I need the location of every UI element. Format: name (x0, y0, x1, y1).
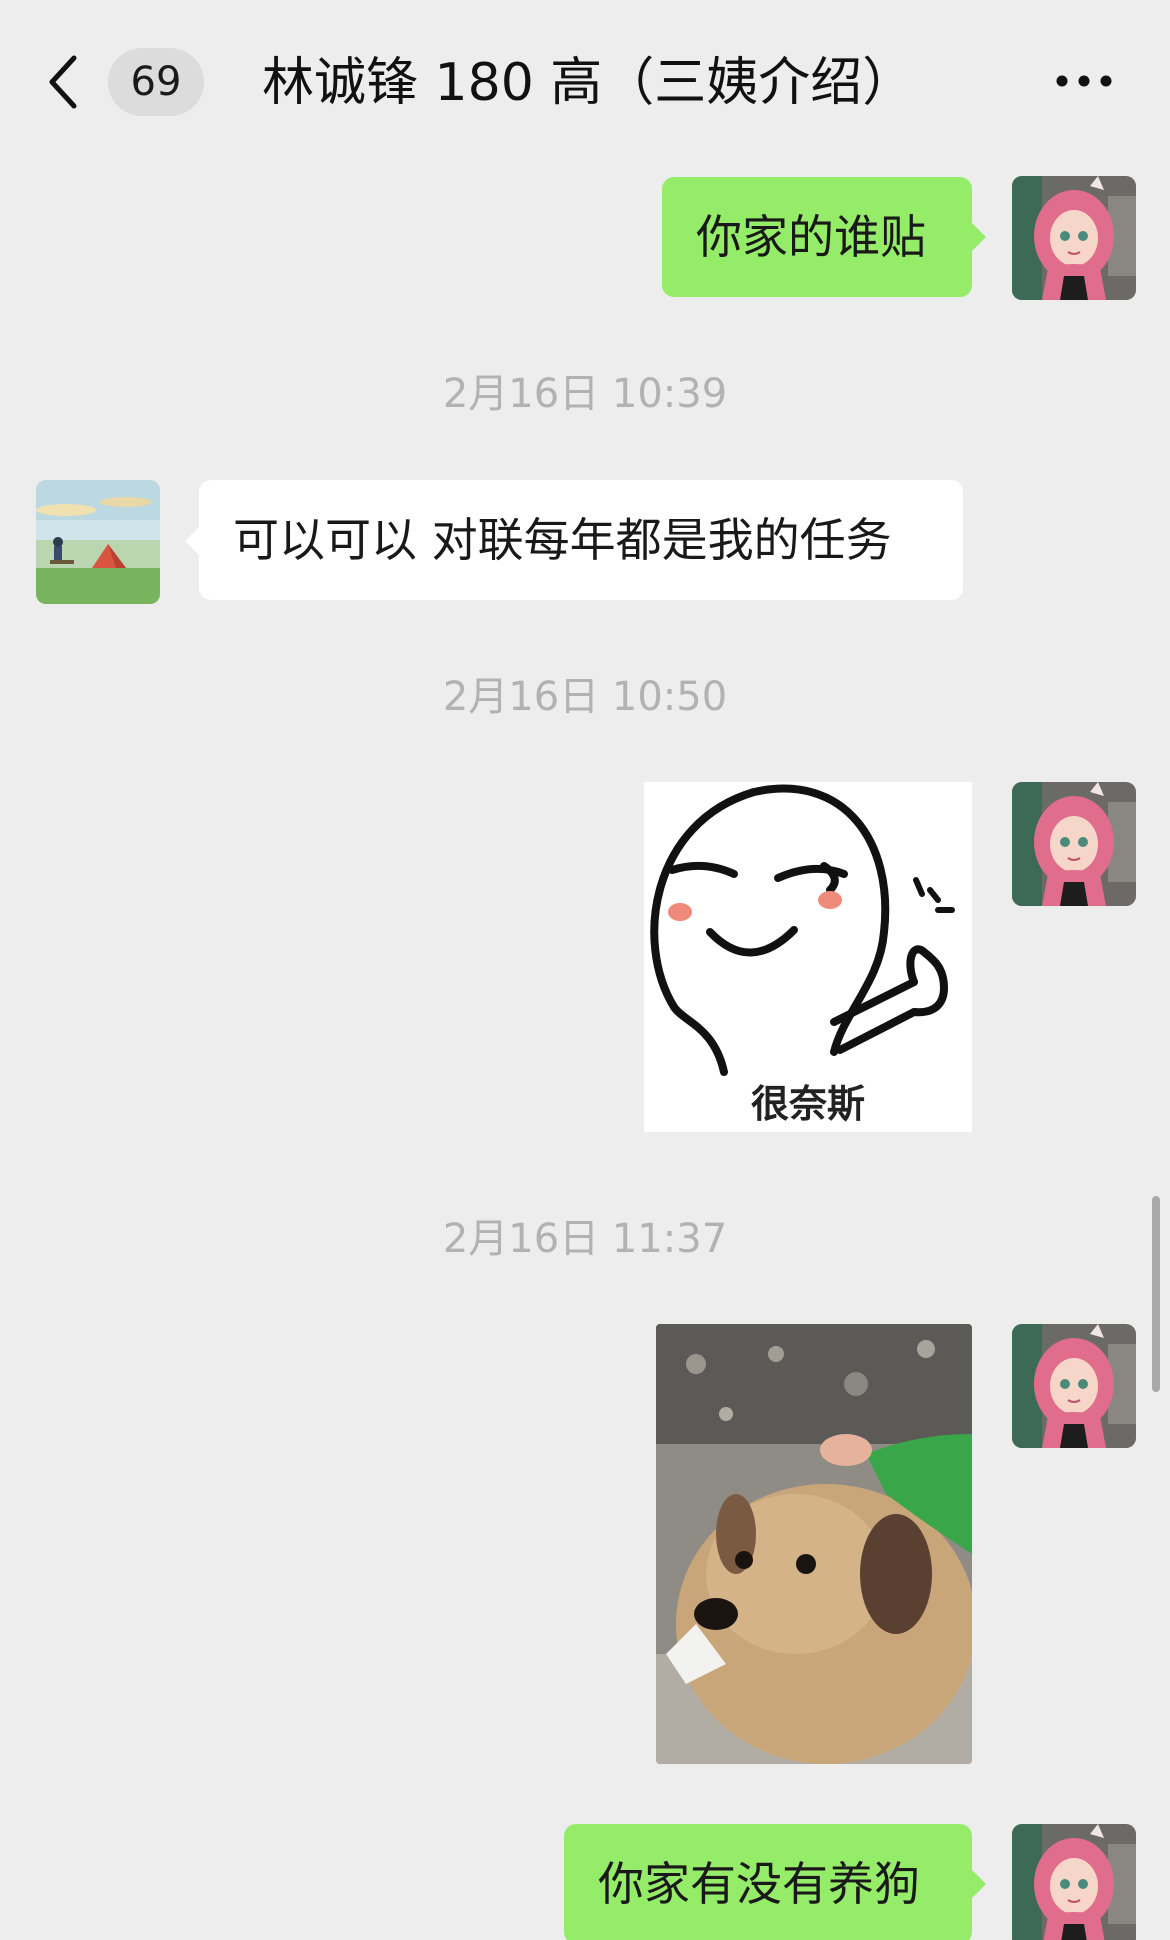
puppy-photo-icon (656, 1324, 972, 1764)
anime-girl-avatar-icon (1012, 176, 1136, 300)
bubble-tail (972, 1870, 986, 1898)
message-bubble-outgoing[interactable]: 你家的谁贴 (662, 177, 972, 297)
my-avatar[interactable] (1012, 176, 1136, 300)
anime-girl-avatar-icon (1012, 1824, 1136, 1940)
contact-avatar[interactable] (36, 480, 160, 604)
my-avatar[interactable] (1012, 1824, 1136, 1940)
message-bubble-incoming[interactable]: 可以可以 对联每年都是我的任务 (199, 480, 963, 600)
timestamp: 2月16日 11:37 (442, 1216, 728, 1262)
bubble-tail (185, 527, 199, 555)
back-button[interactable] (44, 52, 84, 112)
anime-girl-avatar-icon (1012, 782, 1136, 906)
bubble-tail (972, 223, 986, 251)
my-avatar[interactable] (1012, 782, 1136, 906)
photo-message[interactable] (656, 1324, 972, 1764)
timestamp: 2月16日 10:50 (442, 674, 728, 720)
timestamp: 2月16日 10:39 (442, 371, 728, 417)
chat-scrollbar[interactable] (1152, 1196, 1160, 1392)
sticker-caption: 很奈斯 (750, 1082, 865, 1126)
sticker-message[interactable]: 很奈斯 (644, 782, 972, 1132)
unread-count-badge[interactable]: 69 (108, 48, 204, 116)
chat-title: 林诚锋 180 高（三姨介绍） (262, 53, 915, 113)
my-avatar[interactable] (1012, 1324, 1136, 1448)
camping-scene-avatar-icon (36, 480, 160, 604)
chevron-left-icon (49, 55, 77, 109)
chat-header: 69 林诚锋 180 高（三姨介绍） (0, 0, 1170, 150)
more-button[interactable] (1054, 66, 1114, 96)
anime-girl-avatar-icon (1012, 1324, 1136, 1448)
message-bubble-outgoing[interactable]: 你家有没有养狗 (564, 1824, 972, 1940)
more-dots-icon (1056, 75, 1112, 87)
